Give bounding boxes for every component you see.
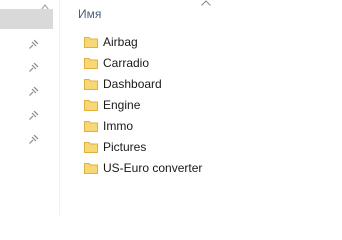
folder-icon: [84, 79, 98, 90]
name-column-header[interactable]: Имя: [78, 7, 101, 21]
pin-icon[interactable]: [28, 39, 39, 50]
folder-icon: [84, 58, 98, 69]
folder-name: Immo: [103, 119, 133, 133]
nav-selected-item[interactable]: [0, 9, 53, 29]
file-list: Имя Airbag Carradio Dashboard Engine Imm…: [60, 0, 342, 215]
folder-icon: [84, 37, 98, 48]
folder-name: Dashboard: [103, 77, 162, 91]
list-item[interactable]: Engine: [84, 96, 254, 114]
pin-icon[interactable]: [28, 86, 39, 97]
folder-name: Carradio: [103, 56, 150, 70]
folder-name: US-Euro converter: [103, 161, 203, 175]
folder-name: Airbag: [103, 35, 138, 49]
folder-name: Engine: [103, 98, 141, 112]
list-item[interactable]: Airbag: [84, 33, 254, 51]
folder-icon: [84, 163, 98, 174]
list-item[interactable]: US-Euro converter: [84, 159, 254, 177]
chevron-up-icon: [201, 0, 211, 6]
pin-icon[interactable]: [28, 134, 39, 145]
folder-icon: [84, 100, 98, 111]
list-item[interactable]: Immo: [84, 117, 254, 135]
pin-icon[interactable]: [28, 62, 39, 73]
list-item[interactable]: Pictures: [84, 138, 254, 156]
list-item[interactable]: Carradio: [84, 54, 254, 72]
folder-name: Pictures: [103, 140, 147, 154]
navigation-pane: [0, 0, 58, 215]
folder-icon: [84, 121, 98, 132]
pin-icon[interactable]: [28, 110, 39, 121]
list-item[interactable]: Dashboard: [84, 75, 254, 93]
folder-icon: [84, 142, 98, 153]
